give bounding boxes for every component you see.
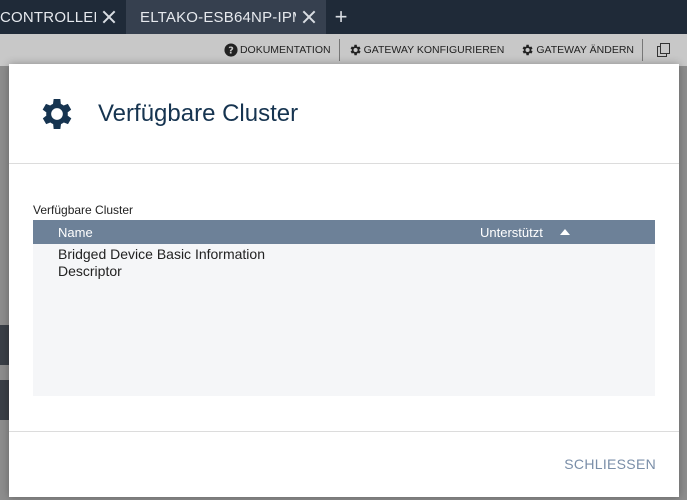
svg-text:?: ? [228,46,234,57]
sort-ascending-icon[interactable] [560,229,570,235]
close-icon[interactable] [102,10,116,24]
tab-bar: CONTROLLER ELTAKO-ESB64NP-IPM + [0,0,687,34]
tab-label: ELTAKO-ESB64NP-IPM [140,8,296,26]
configure-gateway-button[interactable]: GATEWAY KONFIGURIEREN [340,34,513,66]
add-tab-button[interactable]: + [326,0,356,34]
toolbar-divider [642,39,643,61]
documentation-label: DOKUMENTATION [239,44,331,56]
gear-icon [350,44,361,56]
dialog-title: Verfügbare Cluster [98,100,299,127]
table-row[interactable]: Bridged Device Basic Information Descrip… [58,246,318,280]
close-button[interactable]: SCHLIESSEN [564,456,656,472]
tab-controller[interactable]: CONTROLLER [0,0,126,34]
section-label: Verfügbare Cluster [33,203,134,217]
tab-eltako[interactable]: ELTAKO-ESB64NP-IPM [126,0,326,34]
change-gateway-label: GATEWAY ÄNDERN [536,44,634,56]
gear-icon [42,99,72,129]
toolbar: ? DOKUMENTATION GATEWAY KONFIGURIEREN GA… [0,34,687,66]
tab-label: CONTROLLER [0,8,96,26]
close-icon[interactable] [302,10,316,24]
dialog-footer: SCHLIESSEN [9,431,679,498]
available-clusters-dialog: Verfügbare Cluster Verfügbare Cluster Na… [9,64,679,497]
change-gateway-button[interactable]: GATEWAY ÄNDERN [512,34,642,66]
clusters-table: Name Unterstützt Bridged Device Basic In… [33,220,655,396]
column-header-name[interactable]: Name [58,225,93,240]
documentation-button[interactable]: ? DOKUMENTATION [216,34,339,66]
cluster-name: Bridged Device Basic Information Descrip… [58,246,265,279]
column-header-supported[interactable]: Unterstützt [480,225,543,240]
configure-gateway-label: GATEWAY KONFIGURIEREN [363,44,505,56]
help-circle-icon: ? [224,43,238,57]
table-header: Name Unterstützt [33,220,655,244]
gear-icon [522,44,533,56]
dialog-header: Verfügbare Cluster [9,64,679,164]
copy-icon[interactable] [657,43,670,57]
